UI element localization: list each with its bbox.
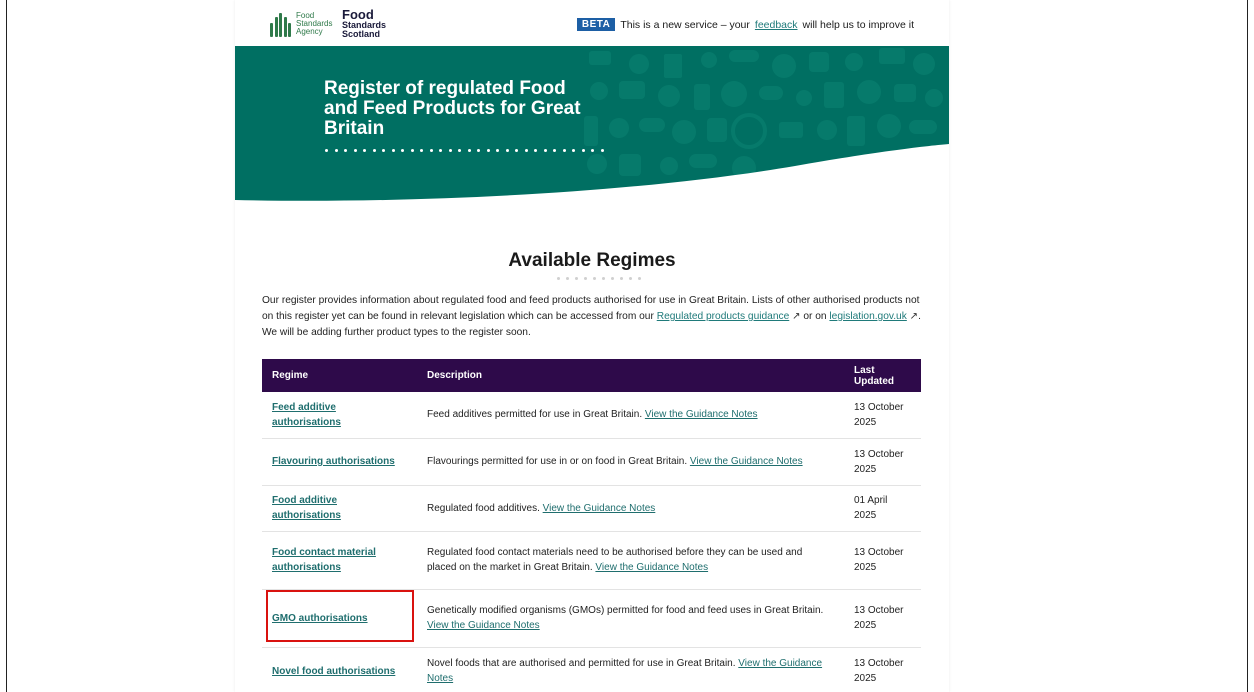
beta-text: This is a new service – your — [620, 18, 750, 31]
last-updated: 13 October 2025 — [844, 531, 921, 590]
fsa-logo-text: Food Standards Agency — [296, 11, 333, 36]
regime-link-flavouring[interactable]: Flavouring authorisations — [272, 456, 395, 467]
regime-description: Regulated food additives. View the Guida… — [417, 485, 844, 532]
table-row: Food contact material authorisations Reg… — [262, 531, 921, 590]
last-updated: 13 October 2025 — [844, 438, 921, 486]
regimes-table: Regime Description Last Updated Feed add… — [262, 359, 921, 692]
regime-link-food-additive[interactable]: Food additive authorisations — [272, 495, 341, 521]
regime-description: Feed additives permitted for use in Grea… — [417, 392, 844, 439]
table-row: Flavouring authorisations Flavourings pe… — [262, 438, 921, 486]
heading-dots — [557, 277, 641, 280]
gmo-highlight-box — [266, 590, 414, 642]
beta-banner: BETA This is a new service – your feedba… — [576, 18, 914, 31]
beta-tag: BETA — [576, 18, 616, 31]
page-title: Register of regulated Food and Feed Prod… — [324, 78, 581, 139]
external-link-icon: ↗ — [909, 311, 919, 322]
fsa-logo[interactable]: Food Standards Agency — [270, 11, 332, 37]
guidance-notes-link[interactable]: View the Guidance Notes — [543, 503, 656, 514]
hero-banner: Register of regulated Food and Feed Prod… — [235, 46, 949, 208]
last-updated: 13 October 2025 — [844, 392, 921, 439]
last-updated: 01 April 2025 — [844, 485, 921, 532]
regime-description: Regulated food contact materials need to… — [417, 531, 844, 590]
beta-text-after: will help us to improve it — [802, 18, 914, 31]
feedback-link[interactable]: feedback — [755, 19, 798, 31]
regime-description: Novel foods that are authorised and perm… — [417, 647, 844, 692]
column-header-regime: Regime — [262, 359, 417, 392]
table-row: Feed additive authorisations Feed additi… — [262, 392, 921, 439]
guidance-notes-link[interactable]: View the Guidance Notes — [427, 620, 540, 631]
fsa-logo-icon — [270, 11, 292, 37]
hero-curve — [235, 144, 949, 208]
guidance-notes-link[interactable]: View the Guidance Notes — [690, 456, 803, 467]
column-header-description: Description — [417, 359, 844, 392]
regulated-products-guidance-link[interactable]: Regulated products guidance — [657, 311, 790, 322]
intro-paragraph: Our register provides information about … — [262, 295, 921, 338]
guidance-notes-link[interactable]: View the Guidance Notes — [645, 409, 758, 420]
regime-description: Flavourings permitted for use in or on f… — [417, 438, 844, 486]
table-row: Food additive authorisations Regulated f… — [262, 485, 921, 532]
last-updated: 13 October 2025 — [844, 647, 921, 692]
fss-logo[interactable]: Food Standards Scotland — [342, 8, 386, 39]
table-header-row: Regime Description Last Updated — [262, 359, 921, 392]
page: Food Standards Agency Food Standards Sco… — [235, 0, 949, 692]
regime-link-food-contact-material[interactable]: Food contact material authorisations — [272, 547, 376, 573]
guidance-notes-link[interactable]: View the Guidance Notes — [595, 562, 708, 573]
table-row: Novel food authorisations Novel foods th… — [262, 647, 921, 692]
site-header: Food Standards Agency Food Standards Sco… — [235, 0, 949, 46]
regime-link-feed-additive[interactable]: Feed additive authorisations — [272, 402, 341, 428]
external-link-icon: ↗ — [792, 311, 801, 322]
regime-link-novel-food[interactable]: Novel food authorisations — [272, 666, 395, 677]
regime-description: Genetically modified organisms (GMOs) pe… — [417, 589, 844, 648]
column-header-last-updated: Last Updated — [844, 359, 921, 392]
legislation-link[interactable]: legislation.gov.uk — [829, 311, 906, 322]
section-heading: Available Regimes — [508, 250, 676, 271]
last-updated: 13 October 2025 — [844, 589, 921, 648]
